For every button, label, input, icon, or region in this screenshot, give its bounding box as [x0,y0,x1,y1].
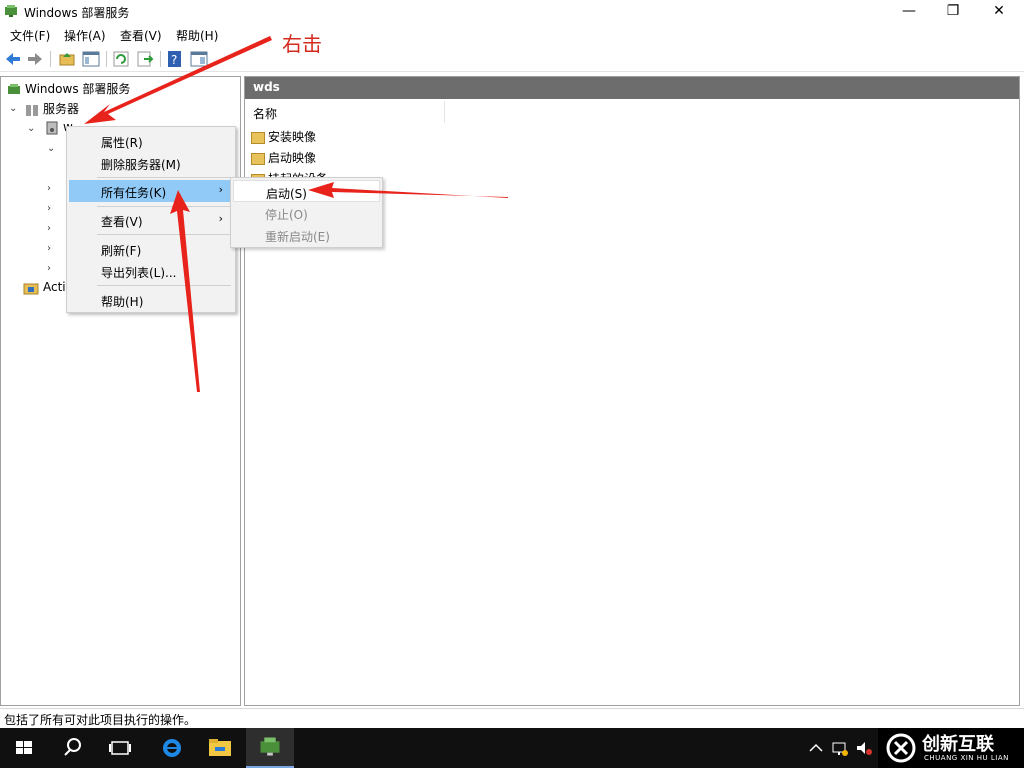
context-menu: 属性(R) 删除服务器(M) 所有任务(K) › 查看(V) › 刷新(F) 导… [66,126,236,313]
minimize-button[interactable]: — [886,0,932,24]
menu-item-start[interactable]: 启动(S) [233,180,380,202]
properties-icon[interactable] [190,50,208,68]
menu-item-refresh[interactable]: 刷新(F) [69,238,233,260]
chevron-right-icon[interactable]: › [47,204,57,214]
chevron-right-icon[interactable]: › [47,224,57,234]
chevron-right-icon[interactable]: › [47,244,57,254]
file-explorer-icon[interactable] [196,728,244,768]
folder-icon [251,131,265,144]
wds-app-icon [5,5,17,17]
column-header-name[interactable]: 名称 [245,101,445,123]
menu-item-export-list[interactable]: 导出列表(L)... [69,260,233,282]
title-bar: Windows 部署服务 — ❐ ✕ [0,0,1024,24]
search-icon[interactable] [48,728,96,768]
menu-item-restart: 重新启动(E) [265,230,330,244]
forward-icon[interactable] [26,50,44,68]
volume-muted-icon[interactable] [854,738,874,758]
chevron-right-icon[interactable]: › [47,264,57,274]
menu-item-all-tasks[interactable]: 所有任务(K) › [69,180,233,202]
watermark-sub: CHUANG XIN HU LIAN [924,754,1009,762]
chevron-down-icon[interactable]: ⌄ [27,124,37,134]
menu-item-remove-server[interactable]: 删除服务器(M) [69,152,233,174]
chevron-up-icon[interactable] [806,738,826,758]
server-icon [46,121,58,134]
view-label: 查看(V) [101,215,143,229]
menu-file[interactable]: 文件(F) [10,27,50,44]
restore-button[interactable]: ❐ [930,0,976,24]
chevron-down-icon[interactable]: ⌄ [9,104,19,114]
watermark-logo-icon [886,733,916,763]
window-title: Windows 部署服务 [24,6,130,20]
refresh-icon[interactable] [112,50,130,68]
wds-taskbar-icon[interactable] [246,728,294,768]
menu-bar: 文件(F) 操作(A) 查看(V) 帮助(H) [0,24,1024,45]
menu-item-properties[interactable]: 属性(R) [69,130,233,152]
show-hide-tree-icon[interactable] [82,50,100,68]
internet-explorer-icon[interactable] [148,728,196,768]
toolbar: ? [0,46,1024,72]
tree-active-directory[interactable]: Acti [23,280,66,298]
results-pane: wds 名称 安装映像 启动映像 挂起的设备 [244,76,1020,706]
tree-servers-label: 服务器 [43,102,80,116]
results-header: wds [245,77,1019,99]
chevron-down-icon[interactable]: ⌄ [47,144,57,154]
export-list-icon[interactable] [136,50,154,68]
chevron-right-icon: › [218,183,223,196]
start-icon[interactable] [0,728,48,768]
tree-ad-label: Acti [43,280,66,294]
annotation-text: 右击 [282,32,322,56]
all-tasks-submenu: 启动(S) 停止(O) 重新启动(E) [230,177,383,248]
menu-item-help[interactable]: 帮助(H) [69,289,233,311]
menu-view[interactable]: 查看(V) [120,27,162,44]
watermark-brand: 创新互联 [922,734,994,755]
tree-root[interactable]: Windows 部署服务 [7,80,130,98]
menu-item-stop: 停止(O) [265,208,308,222]
back-icon[interactable] [4,50,22,68]
active-directory-icon [23,283,39,294]
up-folder-icon[interactable] [58,50,76,68]
wds-root-icon [8,83,20,94]
status-bar: 包括了所有可对此项目执行的操作。 [0,708,1024,728]
chevron-right-icon: › [218,212,223,225]
list-item[interactable]: 安装映像 [251,128,316,148]
all-tasks-label: 所有任务(K) [101,186,167,200]
menu-action[interactable]: 操作(A) [64,27,106,44]
svg-text:?: ? [171,53,177,67]
menu-help[interactable]: 帮助(H) [176,27,218,44]
menu-item-view[interactable]: 查看(V) › [69,209,233,231]
taskbar: 创新互联 CHUANG XIN HU LIAN [0,728,1024,768]
tree-servers[interactable]: 服务器 [25,100,79,118]
chevron-right-icon[interactable]: › [47,184,57,194]
network-icon[interactable] [830,738,850,758]
list-item[interactable]: 启动映像 [251,149,316,169]
servers-icon [26,104,38,116]
folder-icon [251,152,265,165]
tree-root-label: Windows 部署服务 [25,82,131,96]
watermark: 创新互联 CHUANG XIN HU LIAN [878,728,1024,768]
help-icon[interactable]: ? [166,50,184,68]
close-button[interactable]: ✕ [976,0,1022,24]
task-view-icon[interactable] [96,728,144,768]
